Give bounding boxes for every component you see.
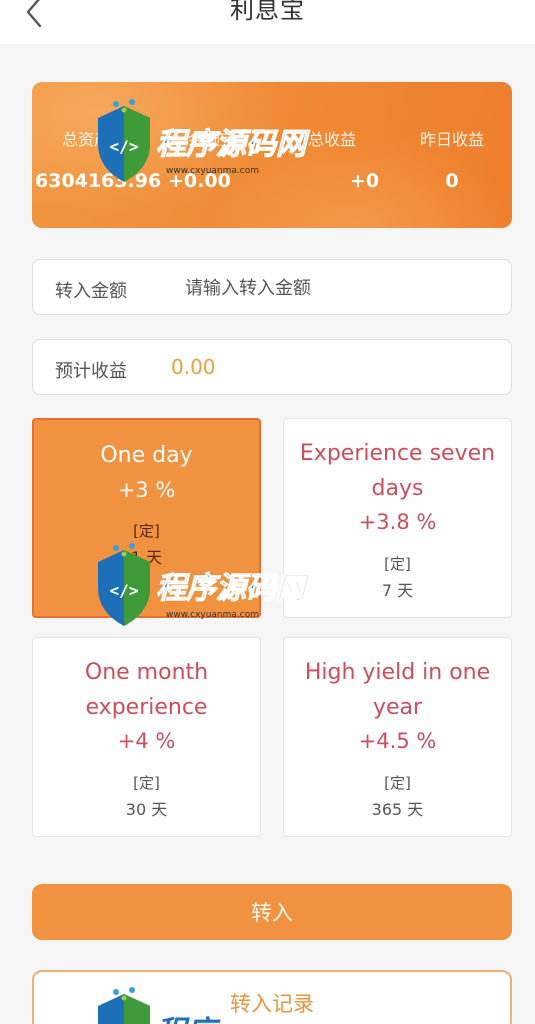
top-bar: 利息宝	[0, 0, 535, 44]
estimate-label: 预计收益	[55, 361, 127, 382]
plan-type: [定]	[384, 555, 411, 573]
stat-total-income: 总收益 +0	[272, 82, 392, 228]
stat-value: +0.00	[168, 170, 231, 192]
plan-name: Experience seven days	[299, 441, 496, 501]
estimate-field: 预计收益 0.00	[32, 339, 512, 395]
plan-type: [定]	[133, 774, 160, 792]
plan-card-one-month[interactable]: One month experience +4 % [定] 30 天	[32, 637, 261, 837]
plan-type: [定]	[384, 774, 411, 792]
plan-days: 1 天	[130, 548, 163, 567]
plan-type: [定]	[133, 522, 160, 540]
plan-rate: +3.8 %	[358, 510, 437, 534]
plan-card-one-day[interactable]: One day +3 % [定] 1 天	[32, 418, 261, 618]
stat-value: 6304163.96	[35, 170, 162, 192]
stat-label: 总收益	[307, 130, 356, 149]
transfer-record-label: 转入记录	[230, 992, 314, 1016]
stat-value: +0	[350, 170, 380, 192]
plan-name: One month experience	[84, 660, 209, 720]
stat-label: 余额宝	[187, 130, 236, 149]
plan-rate: +4.5 %	[358, 729, 437, 753]
amount-field: 转入金额	[32, 259, 512, 315]
plan-days: 365 天	[371, 800, 424, 819]
plan-card-seven-days[interactable]: Experience seven days +3.8 % [定] 7 天	[283, 418, 512, 618]
plan-name: High yield in one year	[304, 660, 491, 720]
plan-days: 7 天	[381, 581, 414, 600]
summary-card: 总资产 6304163.96 余额宝 +0.00 总收益 +0 昨日收益 0	[32, 82, 512, 228]
transfer-in-button[interactable]: 转入	[32, 884, 512, 940]
transfer-record-button[interactable]: 转入记录	[32, 970, 512, 1024]
stat-value: 0	[445, 170, 459, 192]
amount-input[interactable]	[185, 268, 495, 308]
stat-label: 总资产	[62, 130, 111, 149]
stat-balance: 余额宝 +0.00	[152, 82, 272, 228]
plan-rate: +4 %	[117, 729, 176, 753]
plan-card-one-year[interactable]: High yield in one year +4.5 % [定] 365 天	[283, 637, 512, 837]
plan-name: One day	[100, 443, 193, 468]
plan-days: 30 天	[125, 800, 168, 819]
page-title: 利息宝	[230, 0, 305, 24]
amount-label: 转入金额	[55, 281, 127, 302]
plan-rate: +3 %	[117, 478, 176, 502]
stat-label: 昨日收益	[419, 130, 484, 149]
stat-total-assets: 总资产 6304163.96	[32, 82, 162, 228]
estimate-value: 0.00	[171, 355, 216, 379]
stat-yesterday-income: 昨日收益 0	[392, 82, 512, 228]
